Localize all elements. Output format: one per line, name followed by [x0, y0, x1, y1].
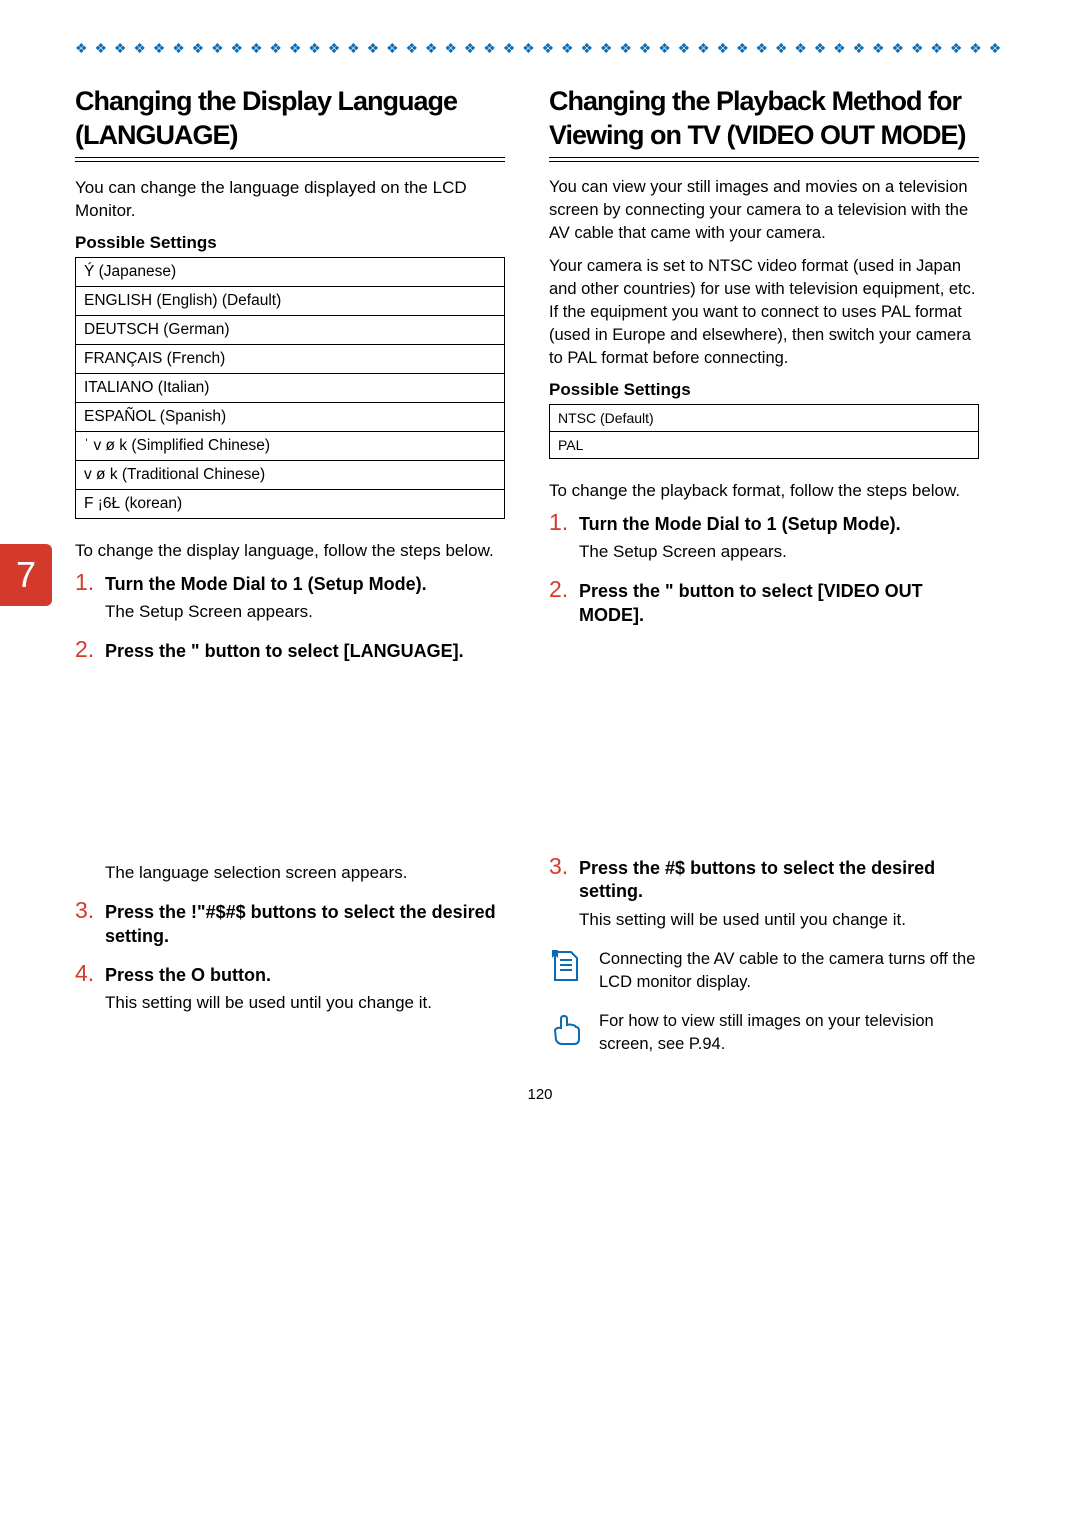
note-icon	[549, 948, 585, 984]
steps-list-video-out: Turn the Mode Dial to 1 (Setup Mode). Th…	[549, 513, 979, 932]
steps-list-language: Turn the Mode Dial to 1 (Setup Mode). Th…	[75, 573, 505, 1015]
reference-block: For how to view still images on your tel…	[549, 1010, 979, 1056]
section-title-language: Changing the Display Language (LANGUAGE)	[75, 85, 505, 153]
step-title: Press the !"#$#$ buttons to select the d…	[105, 901, 505, 948]
step-item: Turn the Mode Dial to 1 (Setup Mode). Th…	[75, 573, 505, 624]
lead-text: To change the display language, follow t…	[75, 539, 505, 563]
step-item: Press the #$ buttons to select the desir…	[549, 857, 979, 932]
note-block: Connecting the AV cable to the camera tu…	[549, 948, 979, 994]
setting-row: v ø k (Traditional Chinese)	[76, 461, 505, 490]
step-title: Turn the Mode Dial to 1 (Setup Mode).	[105, 573, 505, 596]
step-title: Turn the Mode Dial to 1 (Setup Mode).	[579, 513, 979, 536]
page-number: 120	[75, 1086, 1005, 1103]
title-rule	[75, 157, 505, 162]
setting-row: ITALIANO (Italian)	[76, 374, 505, 403]
step-item: Press the O button. This setting will be…	[75, 964, 505, 1015]
setting-row: FRANÇAIS (French)	[76, 345, 505, 374]
reference-text: For how to view still images on your tel…	[599, 1010, 979, 1056]
decorative-border: ❖ ❖ ❖ ❖ ❖ ❖ ❖ ❖ ❖ ❖ ❖ ❖ ❖ ❖ ❖ ❖ ❖ ❖ ❖ ❖ …	[75, 40, 1005, 57]
left-column: Changing the Display Language (LANGUAGE)…	[75, 85, 505, 1056]
chapter-number: 7	[16, 554, 36, 596]
setting-row: Ý (Japanese)	[76, 258, 505, 287]
note-text: Connecting the AV cable to the camera tu…	[599, 948, 979, 994]
language-settings-table: Ý (Japanese) ENGLISH (English) (Default)…	[75, 257, 505, 519]
intro-text: Your camera is set to NTSC video format …	[549, 255, 979, 370]
step-title: Press the O button.	[105, 964, 505, 987]
lead-text: To change the playback format, follow th…	[549, 479, 979, 503]
intro-text: You can view your still images and movie…	[549, 176, 979, 245]
setting-row: PAL	[550, 432, 979, 459]
hand-icon	[549, 1010, 585, 1046]
possible-settings-heading: Possible Settings	[75, 233, 505, 253]
setting-row: ESPAÑOL (Spanish)	[76, 403, 505, 432]
step-body: This setting will be used until you chan…	[579, 908, 979, 932]
right-column: Changing the Playback Method for Viewing…	[549, 85, 979, 1056]
step-body: The Setup Screen appears.	[579, 540, 979, 564]
section-title-video-out: Changing the Playback Method for Viewing…	[549, 85, 979, 153]
step-body: The language selection screen appears.	[105, 861, 505, 885]
possible-settings-heading: Possible Settings	[549, 380, 979, 400]
step-body: This setting will be used until you chan…	[105, 991, 505, 1015]
step-title: Press the #$ buttons to select the desir…	[579, 857, 979, 904]
intro-text: You can change the language displayed on…	[75, 176, 505, 224]
step-title: Press the " button to select [VIDEO OUT …	[579, 580, 979, 627]
video-out-settings-table: NTSC (Default) PAL	[549, 404, 979, 459]
step-item: Press the " button to select [VIDEO OUT …	[549, 580, 979, 841]
chapter-tab: 7	[0, 544, 52, 606]
step-item: Press the " button to select [LANGUAGE].…	[75, 640, 505, 885]
setting-row: F ¡6Ł (korean)	[76, 490, 505, 519]
setting-row: ENGLISH (English) (Default)	[76, 287, 505, 316]
setting-row: ˈ v ø k (Simplified Chinese)	[76, 432, 505, 461]
step-item: Press the !"#$#$ buttons to select the d…	[75, 901, 505, 948]
setting-row: DEUTSCH (German)	[76, 316, 505, 345]
step-body: The Setup Screen appears.	[105, 600, 505, 624]
step-title: Press the " button to select [LANGUAGE].	[105, 640, 505, 663]
setting-row: NTSC (Default)	[550, 405, 979, 432]
step-item: Turn the Mode Dial to 1 (Setup Mode). Th…	[549, 513, 979, 564]
title-rule	[549, 157, 979, 162]
